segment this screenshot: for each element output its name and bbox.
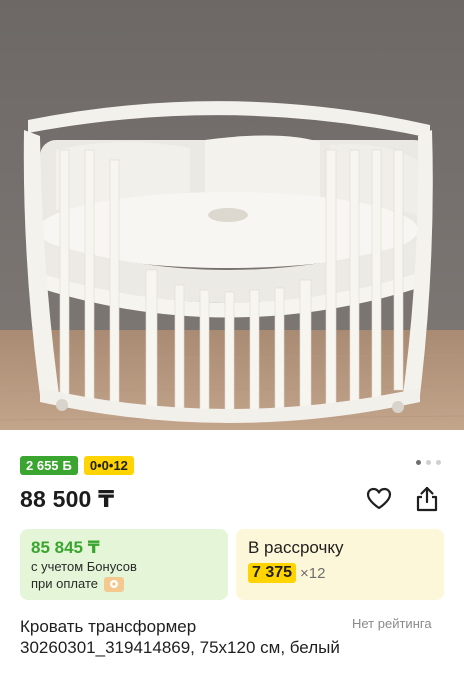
bonus-badge: 2 655 Б [20,456,78,475]
bonus-note-line2-row: при оплате [31,576,217,592]
installment-title: В рассрочку [248,538,344,557]
pagination-dot-active[interactable] [416,460,421,465]
installment-multiplier: ×12 [300,564,326,582]
bonus-badge-suffix: Б [62,458,72,473]
bonus-note-line1: с учетом Бонусов [31,559,137,574]
pagination-dot[interactable] [436,460,441,465]
bonus-badge-value: 2 655 [26,458,59,473]
bonus-note-line2: при оплате [31,576,98,591]
kaspi-logo-icon [103,576,124,592]
product-price: 88 500 ₸ [20,486,115,512]
rating-status: Нет рейтинга [352,616,432,631]
installment-row: 7 375 ×12 [248,563,432,583]
product-image[interactable] [0,0,464,430]
image-pagination-dots[interactable] [416,460,441,465]
crib-photo [0,0,464,430]
product-title: Кровать трансформер 30260301_319414869, … [20,617,340,657]
badges-row: 2 655 Б 0•0•12 [20,456,134,475]
pagination-dot[interactable] [426,460,431,465]
installment-badge: 0•0•12 [83,456,134,475]
installment-monthly: 7 375 [248,563,297,583]
installment-card[interactable]: В рассрочку 7 375 ×12 [236,529,444,600]
share-icon[interactable] [412,484,442,514]
bonus-price: 85 845 ₸ [31,538,100,557]
heart-icon[interactable] [364,484,394,514]
bonus-card[interactable]: 85 845 ₸ с учетом Бонусов при оплате [20,529,228,600]
